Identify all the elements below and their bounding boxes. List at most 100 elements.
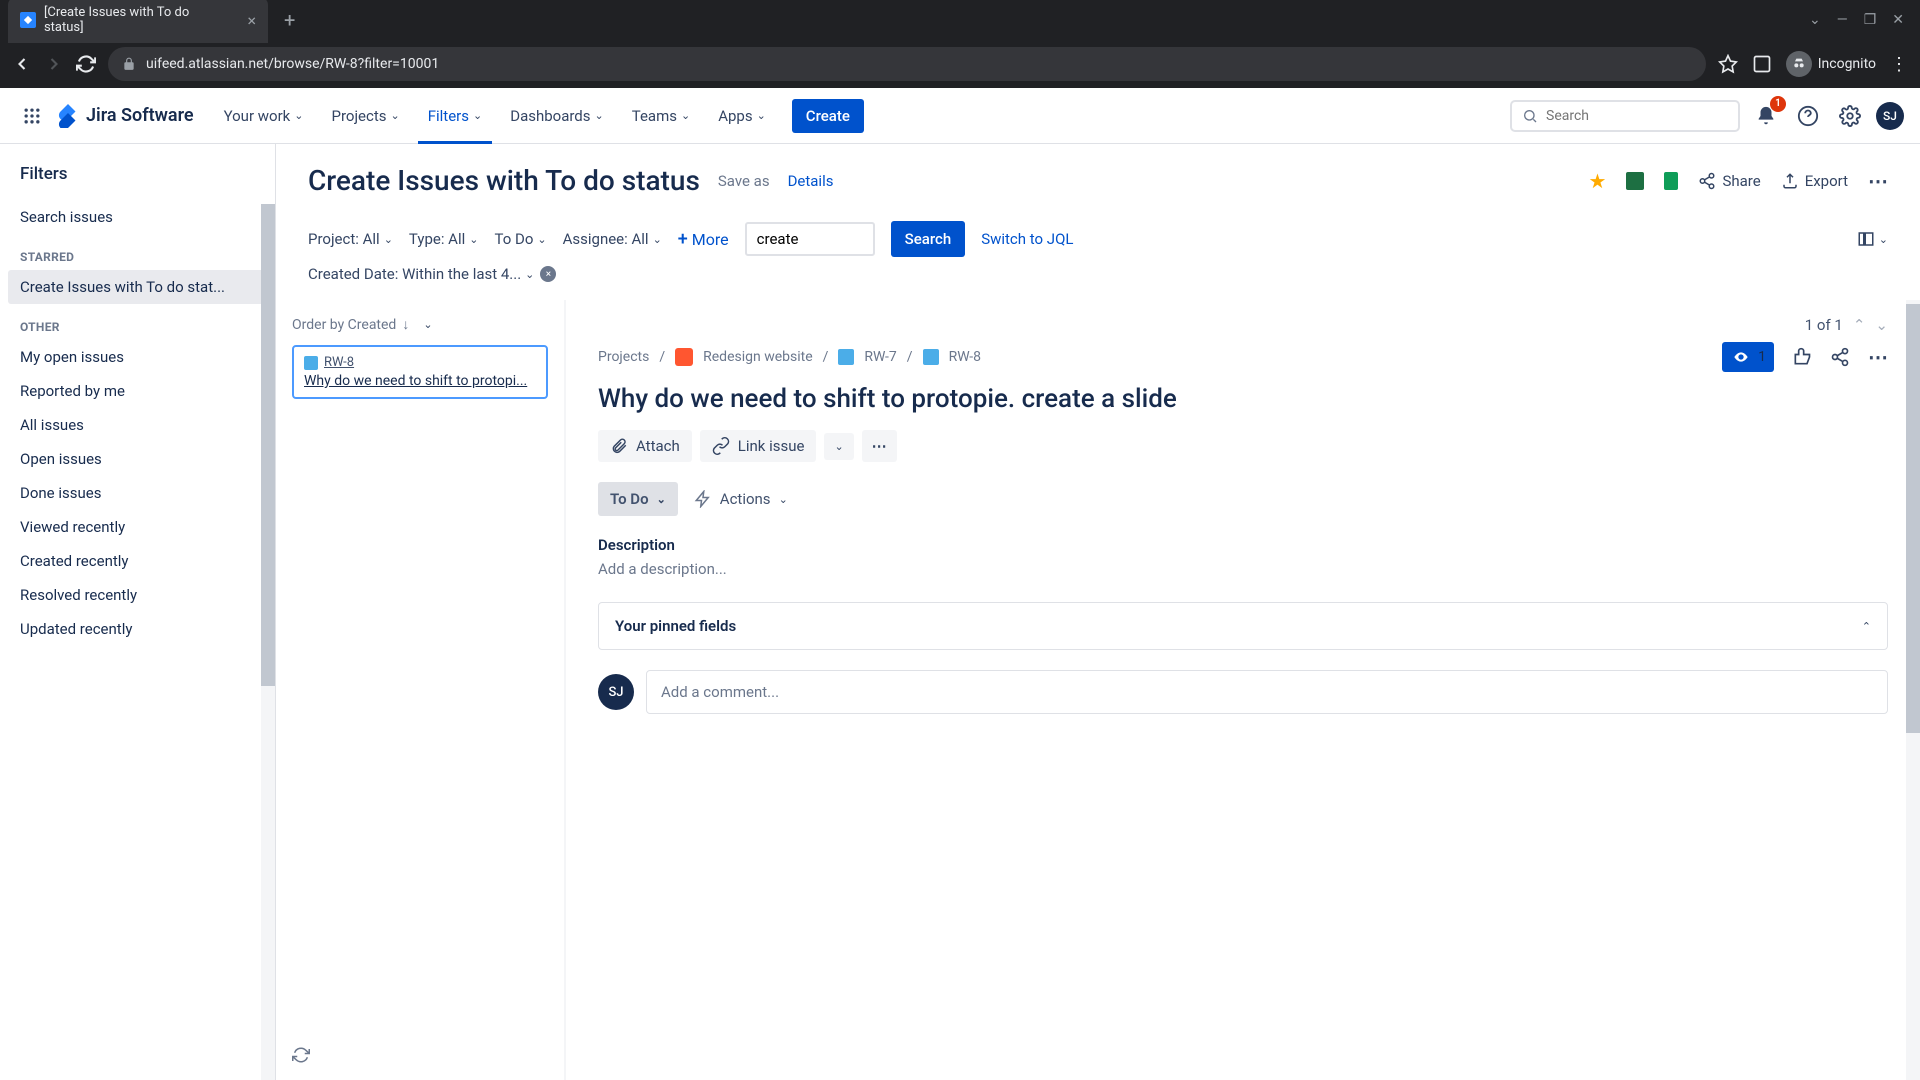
- sheets-icon[interactable]: [1664, 172, 1678, 190]
- filter-type[interactable]: Type: All⌄: [409, 230, 479, 248]
- nav-projects[interactable]: Projects⌄: [322, 101, 410, 131]
- status-dropdown[interactable]: To Do⌄: [598, 482, 678, 516]
- excel-icon[interactable]: [1626, 172, 1644, 190]
- watch-button[interactable]: 1: [1722, 342, 1774, 372]
- issue-detail-panel: 1 of 1 ⌃ ⌄ Projects / Redesign website /…: [566, 300, 1920, 1080]
- browser-tab[interactable]: [Create Issues with To do status] ×: [8, 0, 268, 43]
- description-field[interactable]: Add a description...: [598, 560, 1888, 578]
- sidebar-item-my-open[interactable]: My open issues: [8, 340, 267, 374]
- incognito-badge[interactable]: Incognito: [1786, 51, 1876, 77]
- breadcrumb-sep: /: [659, 349, 665, 365]
- remove-filter-icon[interactable]: ×: [540, 266, 556, 282]
- extensions-icon[interactable]: [1752, 54, 1772, 74]
- notifications-button[interactable]: 1: [1750, 100, 1782, 132]
- breadcrumb-key[interactable]: RW-8: [949, 349, 981, 365]
- more-actions-icon[interactable]: ⋯: [1868, 169, 1888, 193]
- breadcrumb-project[interactable]: Redesign website: [703, 349, 813, 365]
- filter-created-date[interactable]: Created Date: Within the last 4...⌄: [308, 265, 534, 283]
- product-name: Jira Software: [86, 105, 194, 126]
- details-link[interactable]: Details: [788, 172, 834, 190]
- sidebar-item-reported[interactable]: Reported by me: [8, 374, 267, 408]
- sidebar: Filters Search issues STARRED Create Iss…: [0, 144, 276, 1080]
- comment-input[interactable]: Add a comment...: [646, 670, 1888, 714]
- sidebar-item-open[interactable]: Open issues: [8, 442, 267, 476]
- refresh-row: [292, 1034, 548, 1064]
- sidebar-item-resolved[interactable]: Resolved recently: [8, 578, 267, 612]
- nav-apps[interactable]: Apps⌄: [708, 101, 776, 131]
- chevron-up-icon[interactable]: ⌃: [1862, 620, 1871, 633]
- filter-project[interactable]: Project: All⌄: [308, 230, 393, 248]
- refresh-icon[interactable]: [292, 1049, 310, 1068]
- actions-dropdown[interactable]: Actions ⌄: [694, 490, 788, 508]
- forward-button[interactable]: [44, 54, 64, 74]
- nav-teams[interactable]: Teams⌄: [622, 101, 700, 131]
- prev-issue-icon[interactable]: ⌃: [1853, 316, 1866, 334]
- sidebar-starred-item[interactable]: Create Issues with To do stat...: [8, 270, 267, 304]
- filter-assignee[interactable]: Assignee: All⌄: [563, 230, 662, 248]
- link-issue-button[interactable]: Link issue: [700, 430, 817, 462]
- sidebar-item-all[interactable]: All issues: [8, 408, 267, 442]
- issue-title[interactable]: Why do we need to shift to protopie. cre…: [598, 384, 1888, 414]
- switch-jql-link[interactable]: Switch to JQL: [981, 230, 1073, 248]
- sidebar-search-issues[interactable]: Search issues: [8, 200, 267, 234]
- new-tab-button[interactable]: +: [284, 8, 295, 32]
- save-as-link[interactable]: Save as: [718, 172, 770, 190]
- search-input[interactable]: [1546, 108, 1728, 124]
- reload-button[interactable]: [76, 54, 96, 74]
- bookmark-icon[interactable]: [1718, 54, 1738, 74]
- issue-more-icon[interactable]: ⋯: [1868, 345, 1888, 369]
- pinned-fields-panel[interactable]: Your pinned fields ⌃: [598, 602, 1888, 650]
- view-toggle[interactable]: ⌄: [1857, 230, 1888, 248]
- user-avatar[interactable]: SJ: [1876, 102, 1904, 130]
- nav-filters[interactable]: Filters⌄: [418, 101, 493, 131]
- like-icon[interactable]: [1792, 347, 1812, 367]
- chevron-down-icon[interactable]: ⌄: [1809, 12, 1821, 28]
- back-button[interactable]: [12, 54, 32, 74]
- pager: 1 of 1 ⌃ ⌄: [1805, 316, 1888, 334]
- breadcrumb-projects[interactable]: Projects: [598, 349, 649, 365]
- app-switcher-icon[interactable]: [16, 100, 48, 132]
- star-icon[interactable]: ★: [1589, 169, 1607, 193]
- filter-status[interactable]: To Do⌄: [494, 230, 546, 248]
- order-by-control[interactable]: Order by Created ↓ ⌄: [292, 316, 548, 333]
- url-bar[interactable]: uifeed.atlassian.net/browse/RW-8?filter=…: [108, 47, 1706, 81]
- share-button[interactable]: Share: [1698, 172, 1760, 190]
- browser-menu-icon[interactable]: ⋮: [1890, 54, 1908, 75]
- attach-button[interactable]: Attach: [598, 430, 692, 462]
- more-actions-button[interactable]: ⋯: [862, 430, 897, 462]
- more-filters[interactable]: +More: [678, 229, 729, 250]
- scrollbar-thumb[interactable]: [261, 204, 275, 686]
- sidebar-item-created[interactable]: Created recently: [8, 544, 267, 578]
- nav-dashboards[interactable]: Dashboards⌄: [500, 101, 614, 131]
- help-button[interactable]: [1792, 100, 1824, 132]
- issue-list-item[interactable]: RW-8 Why do we need to shift to protopi.…: [292, 345, 548, 399]
- breadcrumb: Projects / Redesign website / RW-7 / RW-…: [598, 342, 1888, 372]
- detail-scrollbar[interactable]: [1906, 300, 1920, 1080]
- tab-bar: [Create Issues with To do status] × + ⌄ …: [0, 0, 1920, 40]
- settings-button[interactable]: [1834, 100, 1866, 132]
- export-button[interactable]: Export: [1781, 172, 1848, 190]
- search-button[interactable]: Search: [891, 221, 966, 257]
- sidebar-item-viewed[interactable]: Viewed recently: [8, 510, 267, 544]
- filter-label: Type: All: [409, 230, 465, 248]
- next-issue-icon[interactable]: ⌄: [1875, 316, 1888, 334]
- chevron-down-icon: ⌄: [653, 233, 662, 246]
- scrollbar-thumb[interactable]: [1906, 304, 1920, 733]
- filter-text-input[interactable]: [745, 222, 875, 256]
- share-icon: [1698, 172, 1716, 190]
- jira-logo[interactable]: Jira Software: [56, 104, 194, 128]
- create-button[interactable]: Create: [792, 99, 864, 133]
- maximize-icon[interactable]: ❐: [1864, 12, 1877, 28]
- share-issue-icon[interactable]: [1830, 347, 1850, 367]
- nav-right: 1 SJ: [1510, 100, 1904, 132]
- nav-your-work[interactable]: Your work⌄: [214, 101, 314, 131]
- sidebar-item-done[interactable]: Done issues: [8, 476, 267, 510]
- breadcrumb-parent[interactable]: RW-7: [864, 349, 896, 365]
- sidebar-scrollbar[interactable]: [261, 204, 275, 1080]
- minimize-icon[interactable]: ―: [1837, 12, 1848, 28]
- link-issue-dropdown[interactable]: ⌄: [824, 433, 853, 460]
- global-search[interactable]: [1510, 100, 1740, 132]
- close-tab-icon[interactable]: ×: [247, 11, 256, 30]
- sidebar-item-updated[interactable]: Updated recently: [8, 612, 267, 646]
- close-window-icon[interactable]: ✕: [1892, 12, 1904, 28]
